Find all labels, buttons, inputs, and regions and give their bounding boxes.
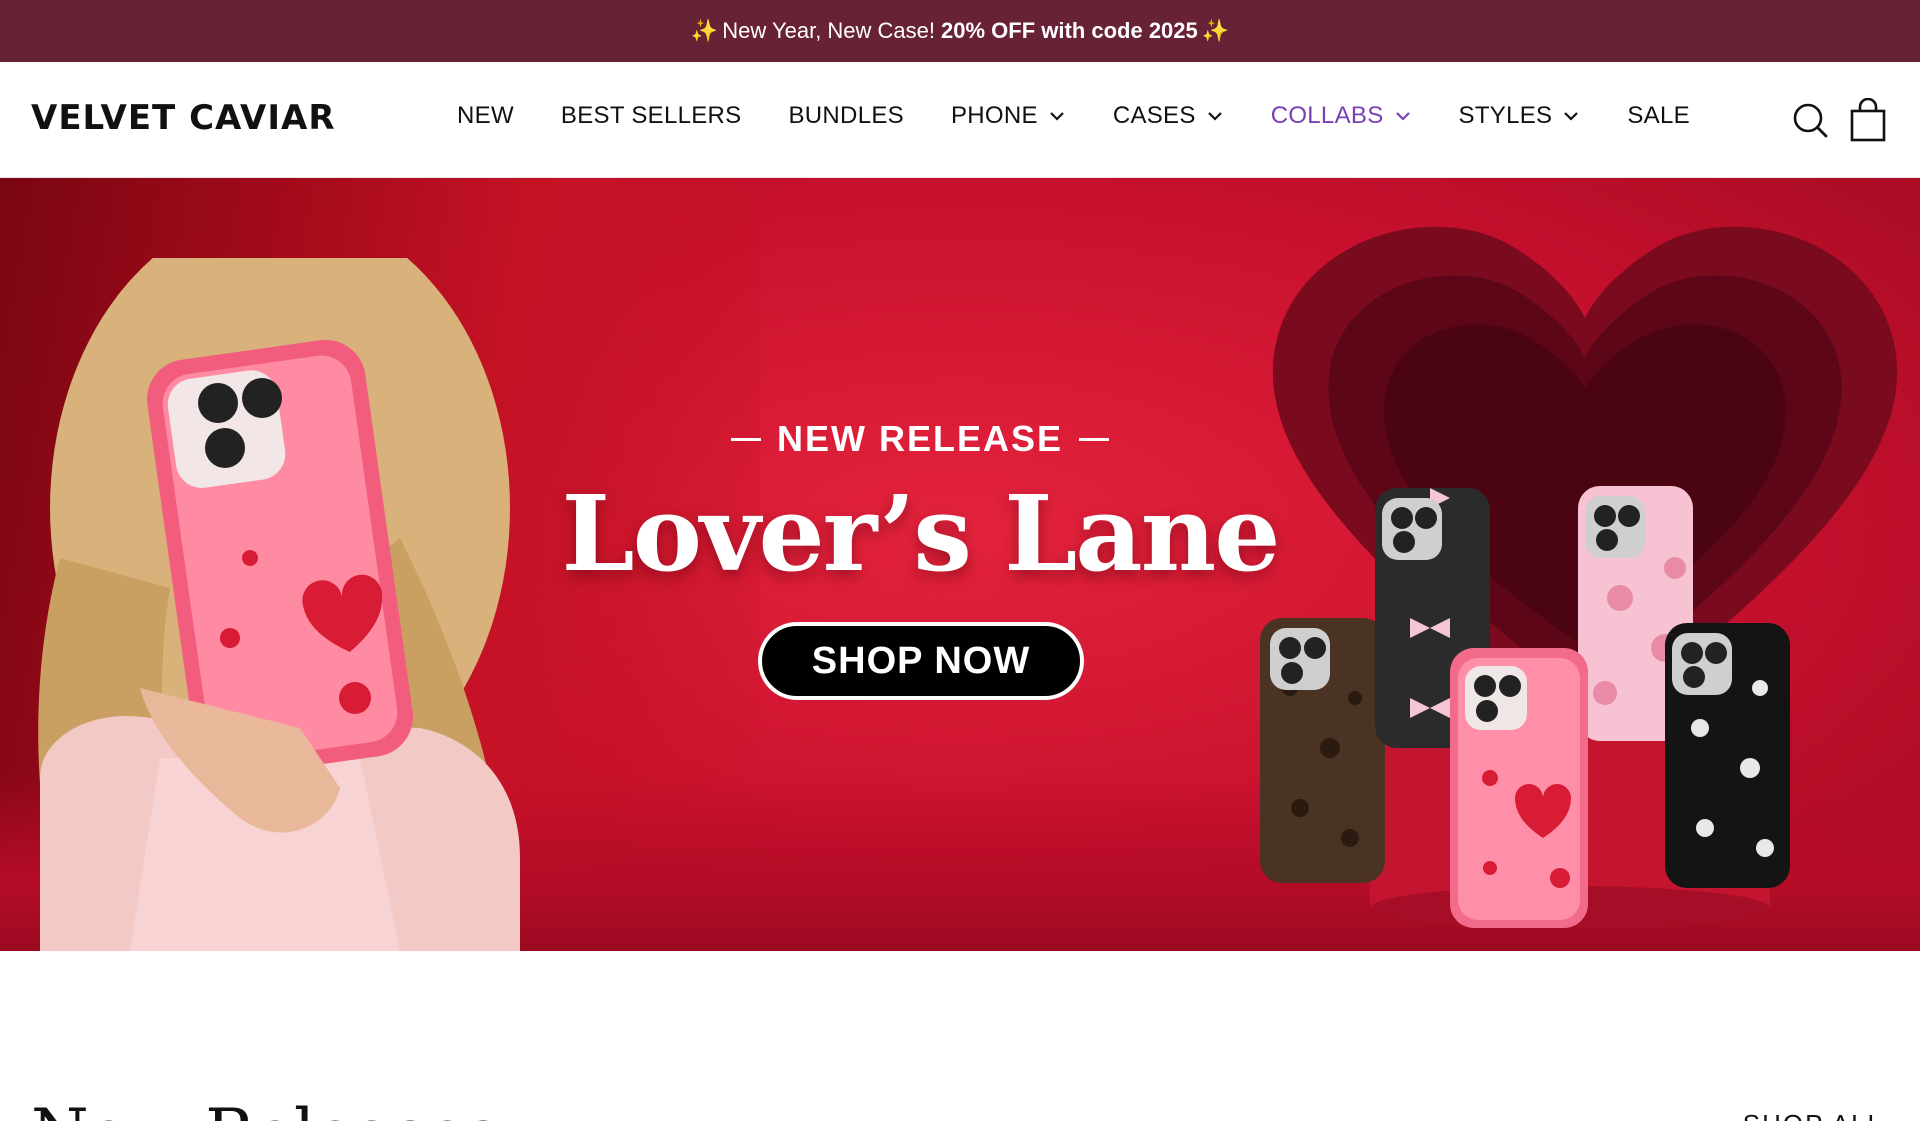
shop-now-button[interactable]: SHOP NOW	[758, 622, 1084, 700]
nav-item-label: CASES	[1112, 102, 1196, 129]
nav-item-sale[interactable]: SALE	[1627, 102, 1690, 130]
announcement-bar: ✨ New Year, New Case! 20% OFF with code …	[0, 0, 1920, 62]
main-nav: NEW BEST SELLERS BUNDLES PHONE CASES COL…	[457, 102, 1737, 130]
nav-item-styles[interactable]: STYLES	[1459, 102, 1581, 130]
nav-item-label: NEW	[457, 102, 514, 129]
model-photo	[38, 258, 520, 951]
site-header: VELVET CAVIAR NEW BEST SELLERS BUNDLES P…	[0, 62, 1920, 178]
nav-item-best-sellers[interactable]: BEST SELLERS	[561, 102, 742, 130]
nav-item-collabs[interactable]: COLLABS	[1271, 102, 1412, 130]
search-icon[interactable]	[1790, 98, 1830, 142]
announcement-promo: 20% OFF with code 2025	[941, 18, 1198, 43]
announcement-text: New Year, New Case!	[722, 18, 936, 43]
hero-title: Lover’s Lane	[561, 472, 1281, 595]
shop-all-link[interactable]: SHOP ALL	[1743, 1109, 1884, 1121]
sparkle-icon: ✨	[690, 18, 719, 43]
sparkle-icon: ✨	[1201, 18, 1230, 43]
chevron-down-icon	[1050, 112, 1064, 121]
dash-decoration	[730, 437, 761, 441]
logo[interactable]: VELVET CAVIAR	[31, 98, 336, 138]
hero-text: NEW RELEASE Lover’s Lane	[560, 418, 1281, 595]
product-phone-cases	[1260, 486, 1790, 928]
nav-item-label: STYLES	[1458, 102, 1553, 129]
nav-item-label: BEST SELLERS	[560, 102, 742, 129]
header-icons	[1772, 98, 1888, 142]
nav-item-label: COLLABS	[1270, 102, 1384, 129]
nav-item-label: SALE	[1627, 102, 1690, 129]
hero-eyebrow-label: NEW RELEASE	[776, 418, 1064, 459]
chevron-down-icon	[1395, 112, 1410, 121]
nav-item-label: BUNDLES	[788, 102, 904, 129]
section-title: New Releases	[31, 1095, 500, 1121]
chevron-down-icon	[1564, 112, 1579, 121]
chevron-down-icon	[1207, 112, 1222, 121]
nav-item-phone[interactable]: PHONE	[951, 102, 1066, 130]
hero-banner[interactable]: NEW RELEASE Lover’s Lane	[0, 178, 1920, 951]
nav-item-label: PHONE	[950, 102, 1038, 129]
nav-item-cases[interactable]: CASES	[1113, 102, 1224, 130]
nav-item-new[interactable]: NEW	[457, 102, 514, 130]
nav-item-bundles[interactable]: BUNDLES	[788, 102, 903, 130]
shopping-bag-icon[interactable]	[1848, 98, 1888, 142]
dash-decoration	[1079, 437, 1110, 441]
hero-eyebrow: NEW RELEASE	[560, 418, 1280, 460]
